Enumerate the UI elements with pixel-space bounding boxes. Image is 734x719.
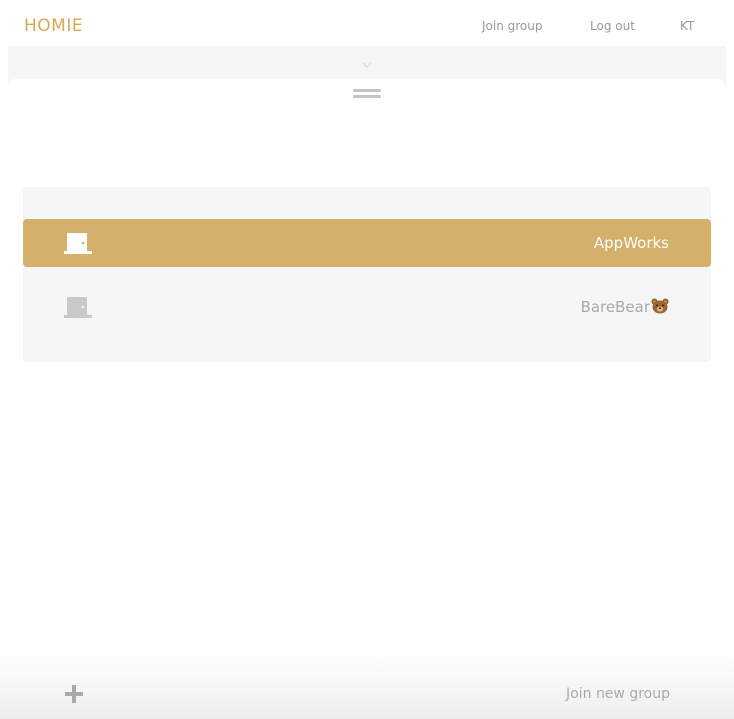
top-navigation-bar: HOMIE Join group Log out KT (0, 0, 734, 46)
group-label: BareBear (580, 298, 650, 316)
group-sheet (8, 79, 726, 719)
join-new-group-label: Join new group (566, 686, 670, 702)
nav-join-group-link[interactable]: Join group (482, 19, 543, 33)
join-new-group-button[interactable]: Join new group (0, 674, 734, 714)
bear-face-icon (651, 298, 669, 314)
app-logo[interactable]: HOMIE (24, 16, 83, 36)
plus-icon (65, 685, 83, 703)
nav-user-initials[interactable]: KT (680, 19, 694, 33)
group-item-appworks[interactable]: AppWorks (23, 219, 711, 267)
chevron-down-icon[interactable] (361, 60, 373, 70)
door-icon (64, 233, 92, 254)
group-label: AppWorks (593, 234, 669, 252)
group-list-panel (23, 187, 711, 362)
door-icon (64, 297, 92, 318)
nav-log-out-link[interactable]: Log out (590, 19, 635, 33)
drag-handle-icon[interactable] (353, 87, 381, 99)
group-label-wrap: BareBear (581, 298, 669, 316)
group-item-barebear[interactable]: BareBear (23, 283, 711, 331)
